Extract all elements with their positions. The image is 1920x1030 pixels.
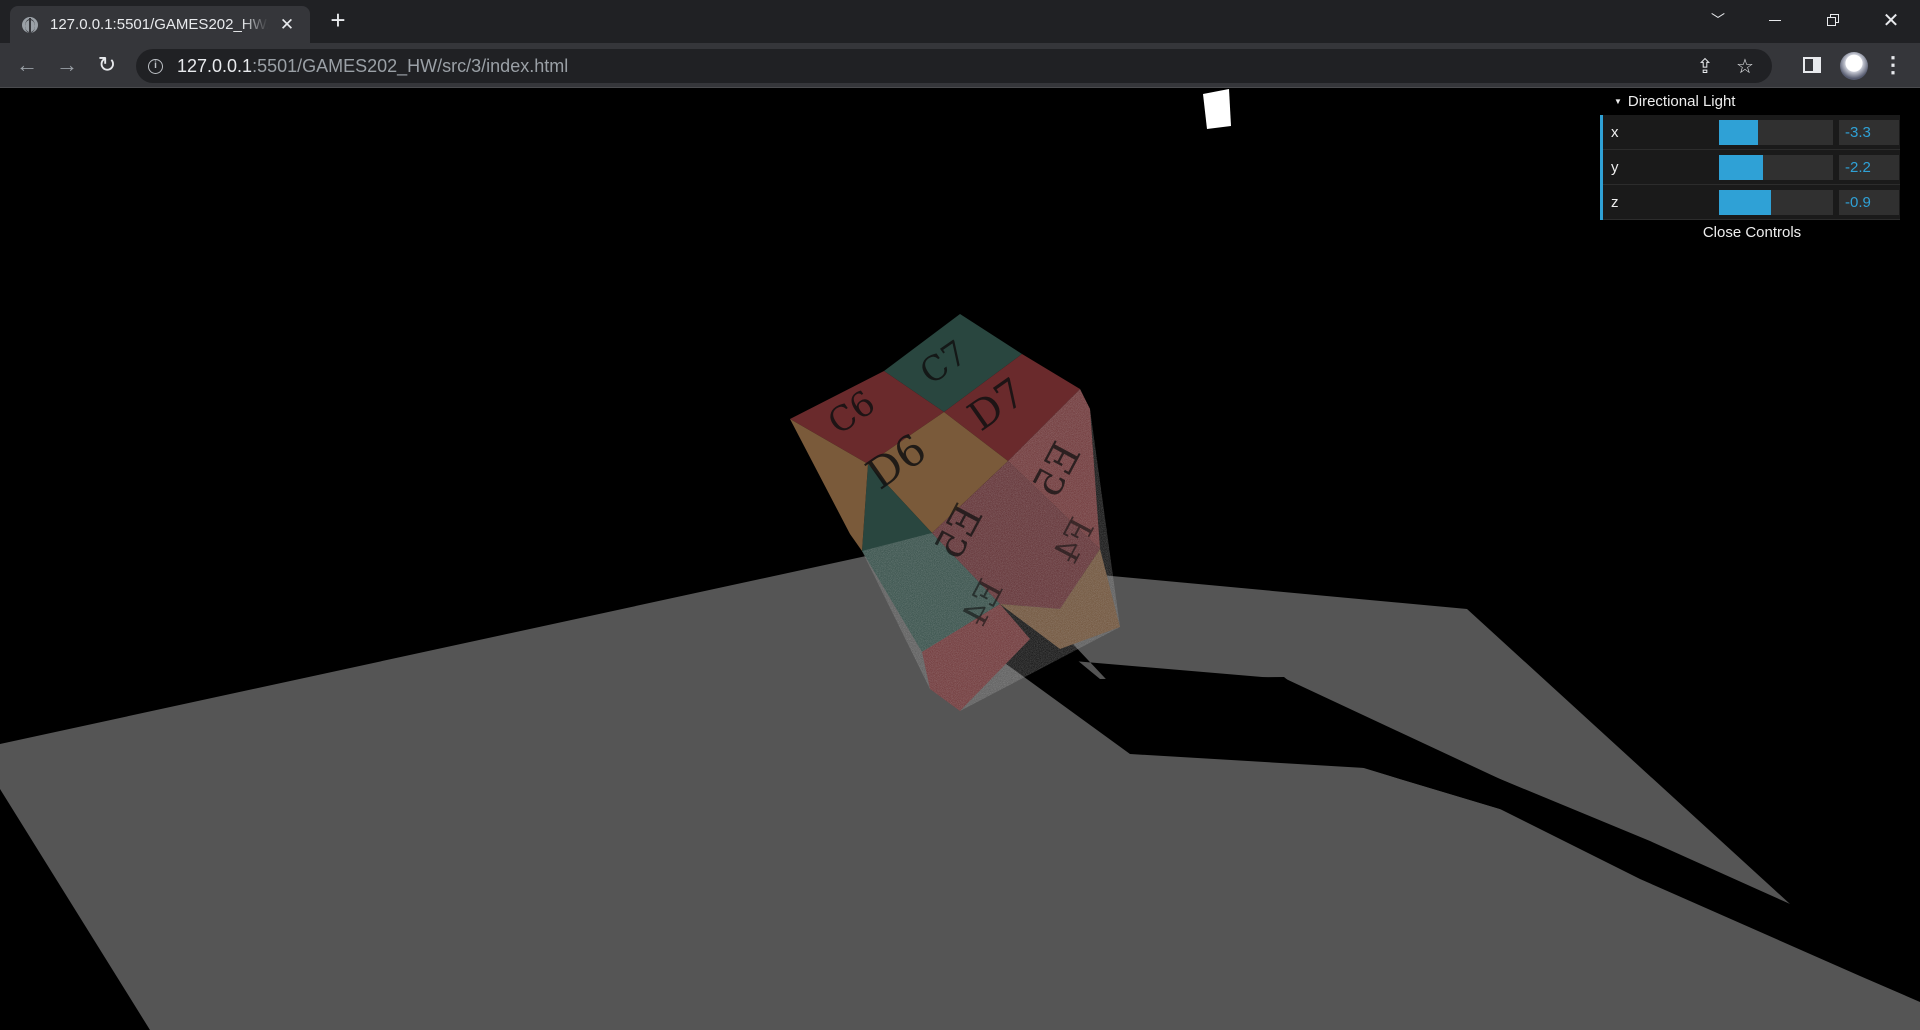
bookmark-star-icon[interactable]: ☆ [1734, 56, 1756, 78]
folder-title: Directional Light [1627, 93, 1736, 110]
back-arrow-icon[interactable]: ← [11, 51, 43, 79]
close-window-button[interactable]: ✕ [1866, 0, 1916, 40]
share-icon[interactable]: ⇪ [1694, 56, 1716, 78]
light-gizmo [1203, 89, 1231, 129]
tab-strip: 127.0.0.1:5501/GAMES202_HW/src/3/index.h… [0, 0, 1920, 43]
slider-y[interactable] [1719, 154, 1833, 180]
site-info-icon[interactable]: i [148, 58, 163, 74]
gui-panel: ▼ Directional Light x -3.3 y -2.2 z -0.9… [1600, 89, 1900, 246]
folder-controls: x -3.3 y -2.2 z -0.9 [1600, 115, 1900, 220]
forward-arrow-icon[interactable]: → [51, 51, 83, 79]
close-tab-icon[interactable]: ✕ [278, 15, 296, 35]
address-bar[interactable]: i 127.0.0.1:5501/GAMES202_HW/src/3/index… [136, 49, 1772, 83]
new-tab-button[interactable]: + [324, 7, 352, 35]
browser-tab[interactable]: 127.0.0.1:5501/GAMES202_HW/src/3/index.h… [10, 6, 310, 43]
control-row-z: z -0.9 [1603, 185, 1900, 220]
restore-button[interactable] [1808, 0, 1858, 40]
close-controls-button[interactable]: Close Controls [1600, 220, 1900, 246]
caret-down-icon: ▼ [1614, 97, 1622, 106]
slider-z[interactable] [1719, 189, 1833, 215]
control-label: x [1611, 123, 1619, 141]
webgl-canvas[interactable]: C7 C6 D7 D6 E5 E5 E4 F4 ▼ Directional Li… [0, 89, 1920, 1030]
control-label: z [1611, 193, 1619, 211]
number-input-y[interactable]: -2.2 [1839, 154, 1899, 180]
slider-x[interactable] [1719, 119, 1833, 145]
side-panel-icon[interactable] [1801, 54, 1823, 76]
tab-title: 127.0.0.1:5501/GAMES202_HW/src/3/index.h… [50, 16, 268, 33]
url-text[interactable]: 127.0.0.1:5501/GAMES202_HW/src/3/index.h… [177, 56, 568, 77]
minimize-button[interactable] [1750, 0, 1800, 40]
control-label: y [1611, 158, 1619, 176]
globe-icon [22, 16, 38, 33]
browser-toolbar: ← → ↻ i 127.0.0.1:5501/GAMES202_HW/src/3… [0, 43, 1920, 88]
reload-icon[interactable]: ↻ [91, 51, 123, 79]
tab-search-chevron-icon[interactable]: ﹀ [1693, 0, 1743, 40]
folder-directional-light[interactable]: ▼ Directional Light [1600, 89, 1900, 115]
number-input-x[interactable]: -3.3 [1839, 119, 1899, 145]
control-row-y: y -2.2 [1603, 150, 1900, 185]
number-input-z[interactable]: -0.9 [1839, 189, 1899, 215]
control-row-x: x -3.3 [1603, 115, 1900, 150]
profile-avatar[interactable] [1840, 52, 1868, 80]
more-menu-icon[interactable]: ⋮ [1882, 54, 1904, 76]
